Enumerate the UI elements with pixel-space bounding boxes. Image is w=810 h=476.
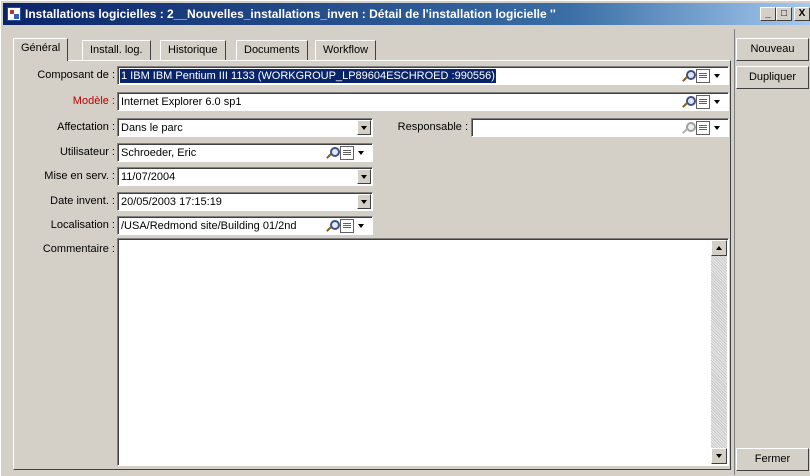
date-invent-value: 20/05/2003 17:15:19 xyxy=(121,196,222,208)
commentaire-label: Commentaire : xyxy=(42,243,115,255)
composant-value: 1 IBM IBM Pentium III 1133 (WORKGROUP_LP… xyxy=(120,69,496,83)
fermer-button[interactable]: Fermer xyxy=(736,448,809,471)
magnifier-icon[interactable] xyxy=(681,69,696,83)
modele-field[interactable]: Internet Explorer 6.0 sp1 xyxy=(117,92,729,111)
detail-list-icon[interactable] xyxy=(696,121,710,135)
window-title: Installations logicielles : 2__Nouvelles… xyxy=(25,7,556,21)
localisation-value: /USA/Redmond site/Building 01/2nd xyxy=(121,220,297,232)
detail-list-icon[interactable] xyxy=(340,219,354,233)
date-invent-label: Date invent. : xyxy=(50,195,115,207)
chevron-down-icon[interactable] xyxy=(711,121,725,135)
chevron-down-icon[interactable] xyxy=(711,95,725,109)
composant-field[interactable]: 1 IBM IBM Pentium III 1133 (WORKGROUP_LP… xyxy=(117,66,729,85)
mise-en-serv-value: 11/07/2004 xyxy=(121,171,176,183)
scroll-up-button[interactable] xyxy=(711,240,727,256)
app-icon xyxy=(7,7,21,21)
dupliquer-button[interactable]: Dupliquer xyxy=(736,66,809,89)
affectation-label: Affectation : xyxy=(57,121,115,133)
close-button[interactable]: X xyxy=(794,7,810,21)
date-invent-field[interactable]: 20/05/2003 17:15:19 xyxy=(117,192,373,211)
affectation-value: Dans le parc xyxy=(121,122,183,134)
mise-en-serv-field[interactable]: 11/07/2004 xyxy=(117,167,373,186)
maximize-button[interactable]: □ xyxy=(776,7,792,21)
modele-label: Modèle : xyxy=(72,95,115,107)
chevron-down-icon[interactable] xyxy=(711,69,725,83)
modele-value: Internet Explorer 6.0 sp1 xyxy=(121,96,242,108)
tab-documents[interactable]: Documents xyxy=(236,40,308,60)
magnifier-icon[interactable] xyxy=(325,146,340,160)
detail-list-icon[interactable] xyxy=(696,95,710,109)
chevron-down-icon[interactable] xyxy=(357,120,371,135)
tab-workflow[interactable]: Workflow xyxy=(315,40,377,60)
utilisateur-field[interactable]: Schroeder, Eric xyxy=(117,143,373,162)
detail-list-icon[interactable] xyxy=(340,146,354,160)
localisation-label: Localisation : xyxy=(50,219,115,231)
magnifier-icon[interactable] xyxy=(681,95,696,109)
chevron-down-icon[interactable] xyxy=(357,194,371,209)
tab-general[interactable]: Général xyxy=(13,38,69,61)
commentaire-textarea[interactable] xyxy=(117,238,729,466)
minimize-button[interactable]: _ xyxy=(760,7,776,21)
utilisateur-value: Schroeder, Eric xyxy=(121,147,197,159)
magnifier-icon[interactable] xyxy=(681,121,696,135)
responsable-label: Responsable : xyxy=(397,121,468,133)
nouveau-button[interactable]: Nouveau xyxy=(736,38,809,61)
application-window: Installations logicielles : 2__Nouvelles… xyxy=(0,0,810,476)
chevron-down-icon[interactable] xyxy=(355,146,369,160)
mise-en-serv-label: Mise en serv. : xyxy=(44,170,115,182)
detail-list-icon[interactable] xyxy=(696,69,710,83)
tab-install-log[interactable]: Install. log. xyxy=(82,40,151,60)
utilisateur-label: Utilisateur : xyxy=(59,146,115,158)
affectation-select[interactable]: Dans le parc xyxy=(117,118,373,137)
composant-label: Composant de : xyxy=(37,69,115,81)
responsable-field[interactable] xyxy=(471,118,729,137)
title-bar[interactable]: Installations logicielles : 2__Nouvelles… xyxy=(3,3,810,25)
localisation-field[interactable]: /USA/Redmond site/Building 01/2nd xyxy=(117,216,373,235)
chevron-down-icon[interactable] xyxy=(357,169,371,184)
vertical-scrollbar[interactable] xyxy=(711,240,727,464)
magnifier-icon[interactable] xyxy=(325,219,340,233)
tab-historique[interactable]: Historique xyxy=(160,40,226,60)
chevron-down-icon[interactable] xyxy=(355,219,369,233)
scroll-down-button[interactable] xyxy=(711,448,727,464)
button-column-divider xyxy=(734,29,735,475)
